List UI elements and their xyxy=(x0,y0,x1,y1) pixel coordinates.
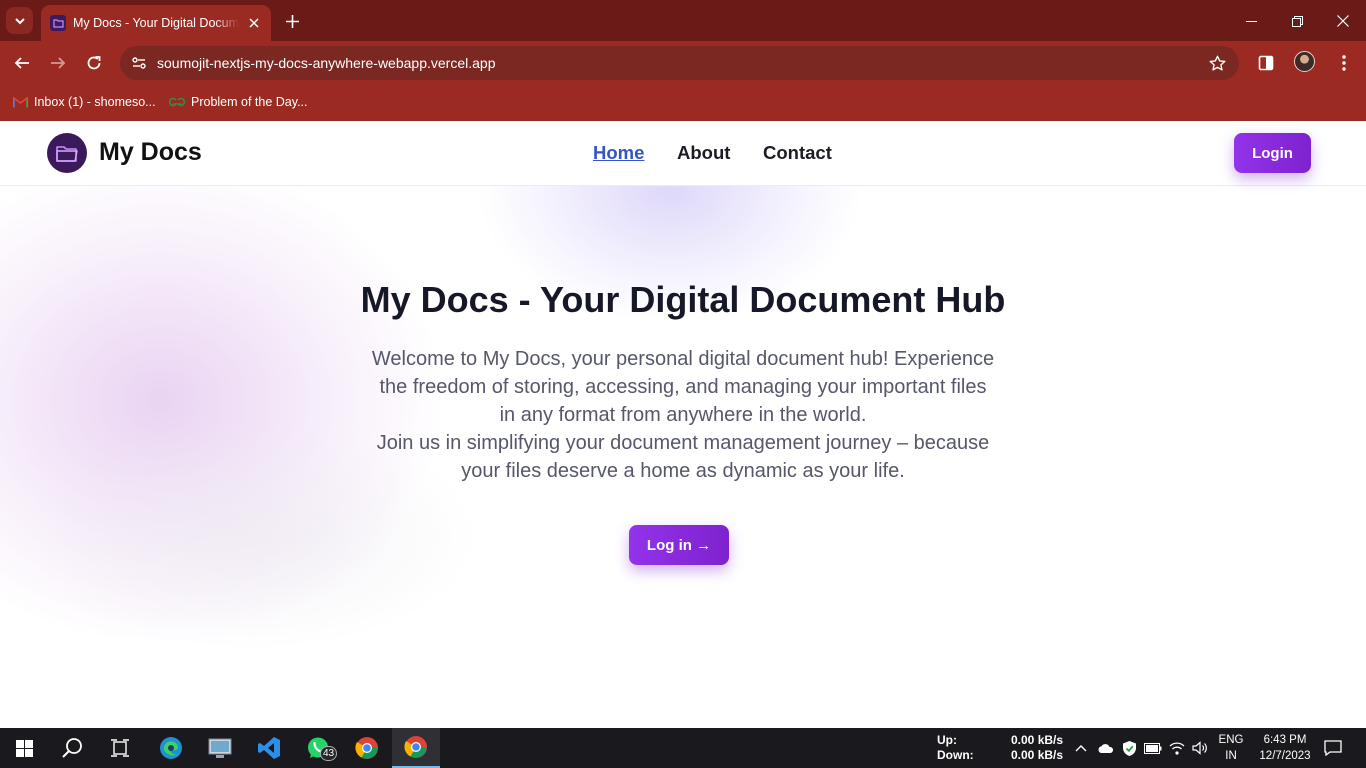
taskbar-app-edge[interactable] xyxy=(147,728,195,768)
hero-description-line: Welcome to My Docs, your personal digita… xyxy=(371,348,995,370)
browser-menu-button[interactable] xyxy=(1332,51,1356,75)
active-tab[interactable]: My Docs - Your Digital Document Hub xyxy=(41,5,271,41)
chevron-up-icon xyxy=(1075,745,1087,752)
action-center-button[interactable] xyxy=(1323,738,1343,758)
close-icon xyxy=(249,18,259,28)
hero-description-line: your files deserve a home as dynamic as … xyxy=(461,460,905,482)
battery-icon[interactable] xyxy=(1143,738,1163,758)
browser-tab-strip: My Docs - Your Digital Document Hub xyxy=(0,0,1366,41)
net-up-label: Up: xyxy=(937,733,957,747)
clock-time: 6:43 PM xyxy=(1263,734,1307,746)
hero-title: My Docs - Your Digital Document Hub xyxy=(360,279,1006,320)
forward-button[interactable] xyxy=(45,50,71,76)
browser-toolbar: soumojit-nextjs-my-docs-anywhere-webapp.… xyxy=(0,41,1366,85)
bookmark-inbox[interactable]: Inbox (1) - shomeso... xyxy=(12,93,156,111)
more-vertical-icon xyxy=(1342,55,1346,71)
gfg-icon xyxy=(169,96,185,108)
hero-description-line: the freedom of storing, accessing, and m… xyxy=(379,376,987,398)
back-button[interactable] xyxy=(9,50,35,76)
nav-link-contact[interactable]: Contact xyxy=(763,142,832,164)
arrow-left-icon xyxy=(14,57,29,69)
pc-icon xyxy=(208,738,232,758)
notification-icon xyxy=(1324,740,1342,756)
network-speed-values: 0.00 kB/s 0.00 kB/s xyxy=(1011,733,1063,763)
site-navbar: My Docs Home About Contact Login xyxy=(0,121,1366,186)
wifi-icon[interactable] xyxy=(1167,738,1187,758)
bookmark-problem-of-the-day[interactable]: Problem of the Day... xyxy=(169,93,308,111)
input-language-indicator[interactable]: ENG IN xyxy=(1216,732,1246,764)
side-panel-icon xyxy=(1258,55,1274,71)
net-down-label: Down: xyxy=(937,748,974,762)
search-button[interactable] xyxy=(48,728,96,768)
logo[interactable] xyxy=(47,133,87,173)
clock[interactable]: 6:43 PM 12/7/2023 xyxy=(1252,732,1318,764)
reload-icon xyxy=(87,56,101,70)
url-text[interactable]: soumojit-nextjs-my-docs-anywhere-webapp.… xyxy=(157,55,495,71)
notification-badge: 43 xyxy=(320,746,338,761)
hero-description: Welcome to My Docs, your personal digita… xyxy=(333,345,1033,485)
close-tab-button[interactable] xyxy=(246,15,262,31)
onedrive-icon[interactable] xyxy=(1095,738,1115,758)
search-icon xyxy=(62,738,82,758)
plus-icon xyxy=(285,14,299,28)
chrome-icon xyxy=(355,737,378,759)
taskbar-app-file-explorer[interactable] xyxy=(196,728,244,768)
vscode-icon xyxy=(258,737,280,759)
folder-icon xyxy=(56,146,78,162)
bookmark-label: Inbox (1) - shomeso... xyxy=(34,95,156,109)
tab-title: My Docs - Your Digital Document Hub xyxy=(73,16,239,30)
restore-icon xyxy=(1291,15,1303,27)
minimize-icon xyxy=(1245,20,1257,22)
taskbar-app-whatsapp[interactable]: 43 xyxy=(294,728,342,768)
task-view-button[interactable] xyxy=(96,728,144,768)
edge-icon xyxy=(160,737,182,759)
side-panel-button[interactable] xyxy=(1254,51,1278,75)
reload-button[interactable] xyxy=(81,50,107,76)
hero-description-line: in any format from anywhere in the world… xyxy=(499,404,867,426)
hero-description-line: Join us in simplifying your document man… xyxy=(376,432,990,454)
site-info-icon[interactable] xyxy=(128,52,150,74)
star-icon xyxy=(1209,55,1225,71)
address-bar[interactable]: soumojit-nextjs-my-docs-anywhere-webapp.… xyxy=(120,46,1239,80)
profile-avatar[interactable] xyxy=(1294,51,1315,72)
show-hidden-icons-button[interactable] xyxy=(1071,738,1091,758)
gmail-icon xyxy=(12,96,28,108)
volume-icon[interactable] xyxy=(1190,738,1210,758)
taskbar-app-chrome-active[interactable] xyxy=(392,728,440,768)
taskbar-app-vscode[interactable] xyxy=(245,728,293,768)
bookmarks-bar: Inbox (1) - shomeso... Problem of the Da… xyxy=(0,85,1366,121)
nav-link-about[interactable]: About xyxy=(677,142,730,164)
login-button[interactable]: Login xyxy=(1234,133,1311,173)
restore-button[interactable] xyxy=(1285,9,1309,33)
minimize-button[interactable] xyxy=(1239,9,1263,33)
clock-date: 12/7/2023 xyxy=(1259,750,1311,762)
net-up-value: 0.00 kB/s xyxy=(1011,733,1064,747)
chevron-down-icon xyxy=(14,17,25,24)
net-down-value: 0.00 kB/s xyxy=(1011,748,1064,762)
taskbar: 43 Up: Down: 0.00 kB/s 0.00 kB/s ENG IN … xyxy=(0,728,1366,768)
close-icon xyxy=(1337,15,1349,27)
windows-icon xyxy=(15,739,33,757)
taskbar-app-chrome-profile[interactable] xyxy=(343,728,391,768)
chrome-icon xyxy=(404,736,427,758)
brand-name[interactable]: My Docs xyxy=(99,138,202,167)
arrow-right-icon xyxy=(51,57,66,69)
page-viewport: My Docs Home About Contact Login My Docs… xyxy=(0,121,1366,728)
hero-login-button[interactable]: Log in → xyxy=(629,525,729,565)
folder-icon xyxy=(50,15,66,31)
close-window-button[interactable] xyxy=(1331,9,1355,33)
new-tab-button[interactable] xyxy=(281,10,303,32)
nav-link-home[interactable]: Home xyxy=(593,142,644,164)
task-view-icon xyxy=(111,739,129,757)
security-shield-icon[interactable] xyxy=(1119,738,1139,758)
network-speed-labels: Up: Down: xyxy=(937,733,974,763)
lang-code: ENG xyxy=(1218,734,1244,746)
bookmark-label: Problem of the Day... xyxy=(191,95,308,109)
tab-search-button[interactable] xyxy=(6,7,33,34)
lang-region: IN xyxy=(1225,750,1237,762)
start-button[interactable] xyxy=(0,728,48,768)
bookmark-star-button[interactable] xyxy=(1207,53,1227,73)
